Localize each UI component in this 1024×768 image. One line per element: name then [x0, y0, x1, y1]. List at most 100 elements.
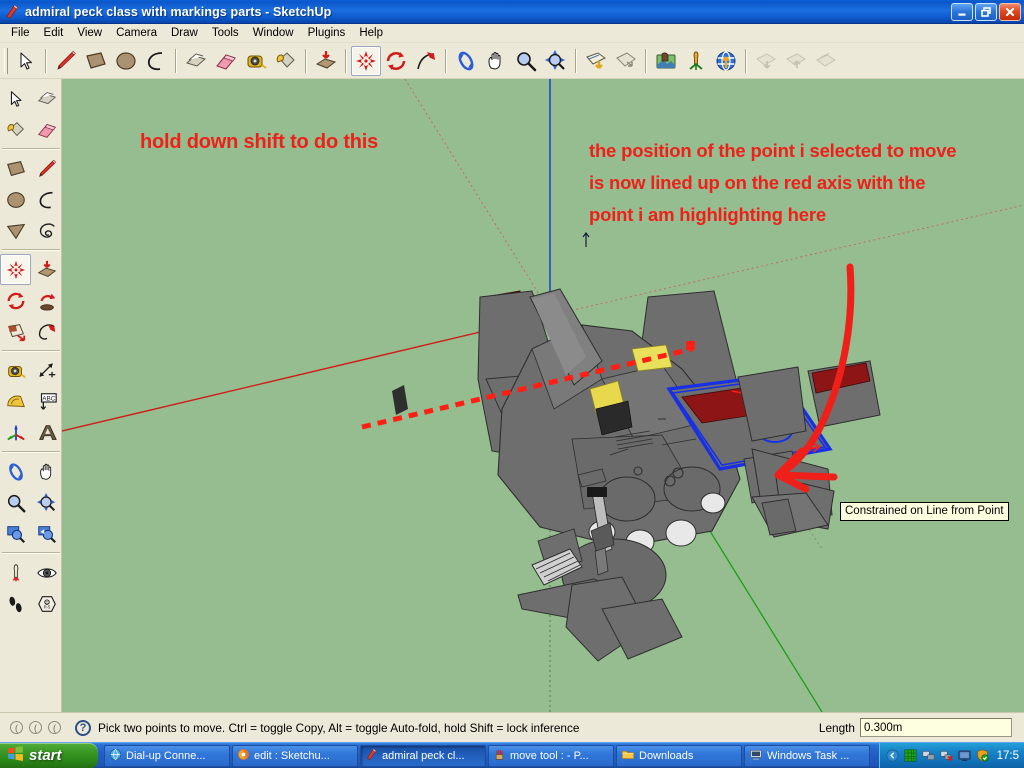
restore-button[interactable] [975, 3, 997, 21]
zoom-extents-icon[interactable] [31, 487, 62, 518]
status-toggle-3-icon[interactable]: ( [48, 721, 61, 734]
menu-camera[interactable]: Camera [109, 25, 164, 42]
measurement-box-wrap: Length 0.300m [819, 718, 1024, 737]
model-viewport[interactable]: hold down shift to do this the position … [62, 79, 1024, 712]
zoom-icon[interactable] [511, 46, 541, 76]
toolbar-separator [305, 49, 307, 73]
dimension-icon[interactable] [31, 355, 62, 386]
arc-icon[interactable] [141, 46, 171, 76]
display-icon[interactable] [958, 749, 972, 763]
scale-icon[interactable] [0, 316, 31, 347]
paint-bucket-icon[interactable] [0, 114, 31, 145]
tape-measure-icon[interactable] [241, 46, 271, 76]
circle-icon[interactable] [0, 184, 31, 215]
menu-file[interactable]: File [4, 25, 37, 42]
rotate-icon[interactable] [0, 285, 31, 316]
eraser-icon[interactable] [211, 46, 241, 76]
network-icon [109, 748, 122, 764]
move-icon[interactable] [0, 254, 31, 285]
status-toggle-2-icon[interactable]: ( [29, 721, 42, 734]
position-camera-icon[interactable] [0, 557, 31, 588]
show-hidden-icon[interactable] [886, 749, 900, 763]
network-disconnected-icon[interactable] [940, 749, 954, 763]
offset-icon[interactable] [311, 46, 341, 76]
network-connection-icon[interactable] [922, 749, 936, 763]
clock[interactable]: 17:5 [997, 750, 1019, 762]
polygon-icon[interactable] [0, 215, 31, 246]
security-shield-icon[interactable] [976, 749, 990, 763]
zoom-extents-icon[interactable] [541, 46, 571, 76]
close-button[interactable] [999, 3, 1021, 21]
start-button[interactable]: start [0, 743, 98, 768]
menu-view[interactable]: View [70, 25, 109, 42]
cockpit-canopy-upper [632, 345, 672, 371]
menu-help[interactable]: Help [352, 25, 390, 42]
toolbar-grip[interactable] [4, 48, 8, 74]
share-component-icon[interactable] [811, 46, 841, 76]
share-model-icon[interactable] [751, 46, 781, 76]
photo-match-icon[interactable] [651, 46, 681, 76]
walk-footprints-icon[interactable] [0, 588, 31, 619]
pushpull-icon[interactable] [31, 254, 62, 285]
pencil-icon[interactable] [51, 46, 81, 76]
circle-icon[interactable] [111, 46, 141, 76]
menu-plugins[interactable]: Plugins [301, 25, 353, 42]
menu-edit[interactable]: Edit [37, 25, 71, 42]
section-plane-icon[interactable] [581, 46, 611, 76]
freehand-icon[interactable] [31, 215, 62, 246]
taskbar-item-downloads[interactable]: Downloads [616, 745, 742, 767]
pan-hand-icon[interactable] [31, 456, 62, 487]
select-arrow-icon[interactable] [0, 83, 31, 114]
measurement-input[interactable]: 0.300m [860, 718, 1012, 737]
help-question-icon[interactable]: ? [75, 720, 91, 736]
status-hint-text: Pick two points to move. Ctrl = toggle C… [98, 721, 579, 735]
pushpull-icon[interactable] [31, 83, 62, 114]
taskbar-item-taskmanager[interactable]: Windows Task ... [744, 745, 870, 767]
offset-icon[interactable] [31, 316, 62, 347]
text-3d-icon[interactable] [31, 417, 62, 448]
rotate-icon[interactable] [381, 46, 411, 76]
get-component-icon[interactable] [781, 46, 811, 76]
taskbar-item-firefox[interactable]: edit : Sketchu... [232, 745, 358, 767]
position-camera-icon[interactable] [681, 46, 711, 76]
section-display-icon[interactable]: CR-5 [31, 588, 62, 619]
follow-me-icon[interactable] [411, 46, 441, 76]
arc-icon[interactable] [31, 184, 62, 215]
taskbar-item-sketchup[interactable]: admiral peck cl... [360, 745, 486, 767]
move-icon[interactable] [351, 46, 381, 76]
taskbar-item-paint[interactable]: move tool : - P... [488, 745, 614, 767]
engine-nacelle-left [599, 477, 655, 521]
menu-tools[interactable]: Tools [205, 25, 246, 42]
get-models-icon[interactable] [711, 46, 741, 76]
minimize-button[interactable] [951, 3, 973, 21]
status-toggle-1-icon[interactable]: ( [10, 721, 23, 734]
follow-me-icon[interactable] [31, 285, 62, 316]
inference-tooltip: Constrained on Line from Point [840, 502, 1009, 521]
orbit-icon[interactable] [0, 456, 31, 487]
menu-draw[interactable]: Draw [164, 25, 205, 42]
eraser-icon[interactable] [31, 114, 62, 145]
text-abc-icon[interactable]: ABC [31, 386, 62, 417]
orbit-icon[interactable] [451, 46, 481, 76]
pan-hand-icon[interactable] [481, 46, 511, 76]
zoom-icon[interactable] [0, 487, 31, 518]
select-arrow-icon[interactable] [11, 46, 41, 76]
zoom-window-icon[interactable] [0, 518, 31, 549]
tape-measure-icon[interactable] [0, 355, 31, 386]
display-section-icon[interactable] [611, 46, 641, 76]
axes-icon[interactable] [0, 417, 31, 448]
pushpull-icon[interactable] [181, 46, 211, 76]
rectangle-icon[interactable] [0, 153, 31, 184]
taskbar-item-dialup[interactable]: Dial-up Conne... [104, 745, 230, 767]
rectangle-icon[interactable] [81, 46, 111, 76]
protractor-icon[interactable] [0, 386, 31, 417]
look-around-eye-icon[interactable] [31, 557, 62, 588]
window-title: admiral peck class with markings parts -… [25, 5, 331, 19]
title-bar: admiral peck class with markings parts -… [0, 0, 1024, 24]
previous-view-icon[interactable] [31, 518, 62, 549]
menu-bar: File Edit View Camera Draw Tools Window … [0, 24, 1024, 43]
paint-bucket-icon[interactable] [271, 46, 301, 76]
menu-window[interactable]: Window [246, 25, 301, 42]
green-grid-icon[interactable] [904, 749, 918, 763]
pencil-icon[interactable] [31, 153, 62, 184]
